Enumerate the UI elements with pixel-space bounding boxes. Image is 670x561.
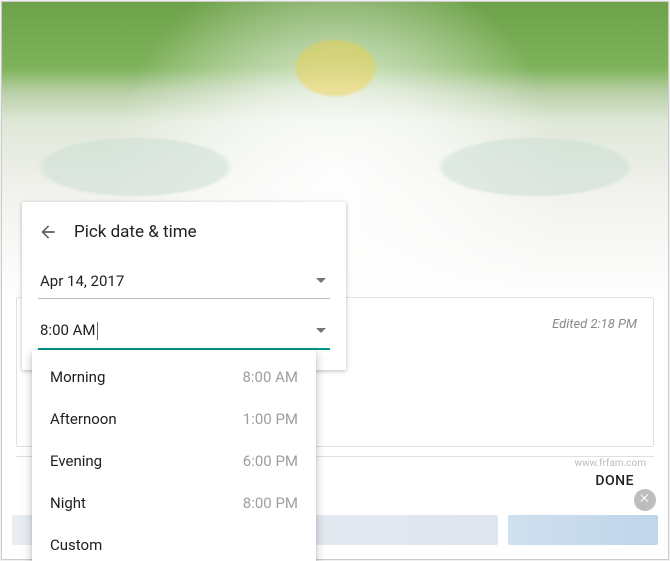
text-cursor [97, 322, 98, 340]
option-label: Custom [50, 536, 102, 554]
option-label: Evening [50, 452, 102, 470]
edited-timestamp: Edited 2:18 PM [552, 317, 637, 332]
done-button[interactable]: DONE [595, 473, 634, 489]
date-field[interactable]: Apr 14, 2017 [38, 264, 330, 299]
time-option-evening[interactable]: Evening 6:00 PM [32, 440, 316, 482]
option-label: Night [50, 494, 86, 512]
close-icon [639, 492, 651, 508]
date-value: Apr 14, 2017 [40, 272, 124, 290]
datetime-picker-panel: Pick date & time Apr 14, 2017 8:00 AM [22, 202, 346, 370]
back-arrow-icon[interactable] [38, 222, 58, 242]
caret-down-icon [316, 276, 326, 286]
caret-down-icon [316, 326, 326, 336]
option-label: Afternoon [50, 410, 117, 428]
option-value: 8:00 AM [242, 368, 298, 386]
option-label: Morning [50, 368, 105, 386]
time-option-afternoon[interactable]: Afternoon 1:00 PM [32, 398, 316, 440]
picker-title: Pick date & time [74, 222, 197, 242]
time-option-custom[interactable]: Custom [32, 524, 316, 561]
time-value: 8:00 AM [40, 321, 96, 339]
watermark: www.frfam.com [574, 458, 646, 469]
close-button[interactable] [634, 489, 656, 511]
time-option-night[interactable]: Night 8:00 PM [32, 482, 316, 524]
app-frame: VE Edited 2:18 PM DONE www.frfam.com Pic… [1, 1, 669, 560]
option-value: 6:00 PM [243, 452, 298, 470]
time-preset-menu: Morning 8:00 AM Afternoon 1:00 PM Evenin… [32, 350, 316, 561]
option-value: 1:00 PM [243, 410, 298, 428]
option-value: 8:00 PM [243, 494, 298, 512]
time-option-morning[interactable]: Morning 8:00 AM [32, 356, 316, 398]
time-field[interactable]: 8:00 AM [38, 313, 330, 350]
strip-segment [508, 515, 658, 545]
